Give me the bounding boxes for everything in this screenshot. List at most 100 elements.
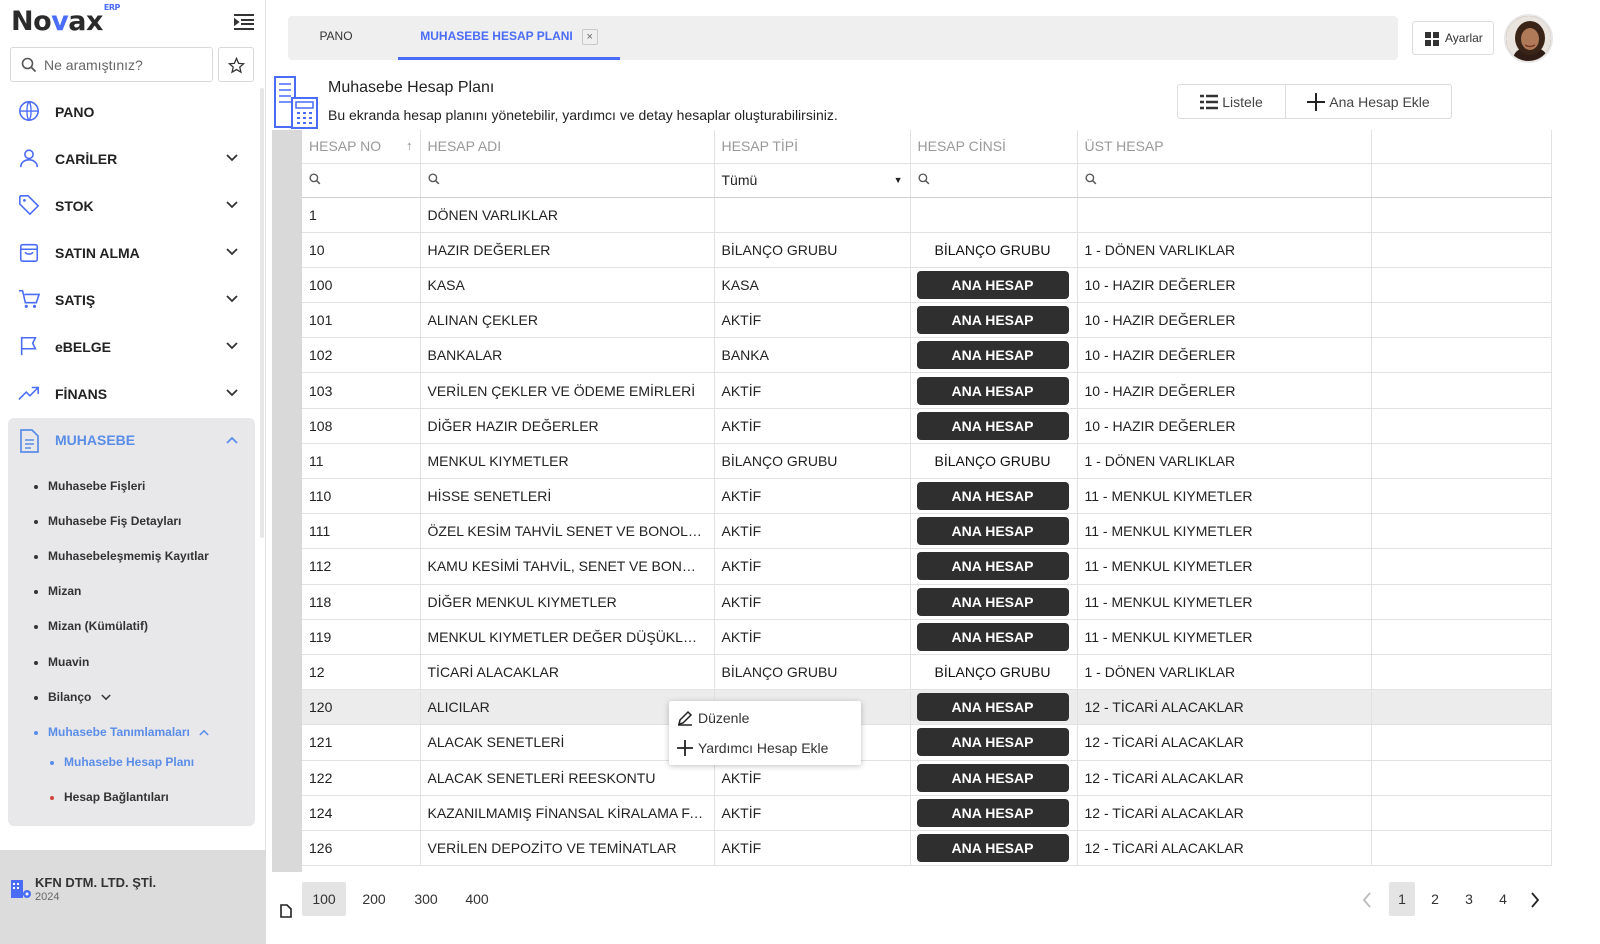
table-row[interactable]: 119MENKUL KIYMETLER DEĞER DÜŞÜKLÜĞÜ KARŞ… (302, 619, 1552, 655)
chevron-down-icon (226, 248, 238, 256)
page-description: Bu ekranda hesap planını yönetebilir, ya… (328, 107, 838, 123)
toolbar: Listele Ana Hesap Ekle (1177, 84, 1452, 119)
table-row[interactable]: 111 ÖZEL KESİM TAHVİL SENET VE BONOLARI AK… (302, 513, 1552, 550)
cell-ust-hesap: 11 - MENKUL KIYMETLER (1077, 478, 1372, 515)
table-row[interactable]: 126 VERİLEN DEPOZİTO VE TEMİNATLAR AKTİF AN… (302, 830, 1552, 867)
table-row[interactable]: 12 TİCARİ ALACAKLAR BİLANÇO GRUBU BİLANÇO G… (302, 654, 1552, 691)
table-row[interactable]: 112 KAMU KESİMİ TAHVİL, SENET VE BONOLARI… (302, 548, 1552, 585)
sub-muhasebelesmemis[interactable]: Muhasebeleşmemiş Kayıtlar (34, 549, 209, 563)
cell-ust-hesap: 12 - TİCARİ ALACAKLAR (1077, 795, 1372, 831)
page-1[interactable]: 1 (1389, 882, 1415, 916)
nav-label: SATIŞ (55, 291, 96, 308)
nav-cariler[interactable]: CARİLER (0, 135, 266, 182)
table-row[interactable]: 1 DÖNEN VARLIKLAR (302, 197, 1552, 233)
accounting-menu: MUHASEBE Muhasebe Fişleri Muhasebe Fiş D… (8, 418, 255, 826)
search-input[interactable] (44, 55, 204, 75)
add-main-account-button[interactable]: Ana Hesap Ekle (1286, 85, 1451, 118)
list-button[interactable]: Listele (1178, 85, 1286, 118)
account-kind-label: BİLANÇO GRUBU (934, 241, 1051, 258)
cell-hesap-no: 101 (302, 302, 421, 339)
sub-muhasebe-tanimlamalari[interactable]: Muhasebe Tanımlamaları (34, 725, 209, 739)
page-4[interactable]: 4 (1490, 882, 1516, 916)
novax-logo[interactable]: NovaxERP (11, 3, 120, 37)
table-row[interactable]: 118 DİĞER MENKUL KIYMETLER AKTİF ANA HESAP 1… (302, 584, 1552, 620)
page-size-200[interactable]: 200 (354, 882, 394, 916)
table-row[interactable]: 122 ALACAK SENETLERİ REESKONTU AKTİF ANA HE… (302, 760, 1552, 796)
sub-hesap-baglantilari[interactable]: Hesap Bağlantıları (50, 790, 169, 804)
company-switcher[interactable]: KFN DTM. LTD. ŞTİ. 2024 (0, 850, 266, 944)
table-row[interactable]: 11 MENKUL KIYMETLER BİLANÇO GRUBU BİLANÇO G… (302, 443, 1552, 480)
cell-ust-hesap: 11 - MENKUL KIYMETLER (1077, 513, 1372, 550)
table-row[interactable]: 108 DİĞER HAZIR DEĞERLER AKTİF ANA HESAP 10 … (302, 408, 1552, 444)
sub-hesap-plani[interactable]: Muhasebe Hesap Planı (50, 755, 194, 769)
cell-hesap-adi: VERİLEN ÇEKLER VE ÖDEME EMİRLERİ (420, 372, 715, 409)
account-kind-badge: ANA HESAP (916, 376, 1069, 405)
context-menu: Düzenle Yardımcı Hesap Ekle (669, 701, 861, 765)
close-tab-icon[interactable]: × (581, 28, 598, 45)
col-hesap-no[interactable]: HESAP NO ↑ (302, 130, 421, 164)
user-avatar[interactable] (1504, 14, 1553, 63)
sub-mizan-kumulatif[interactable]: Mizan (Kümülatif) (34, 619, 148, 633)
col-hesap-tipi[interactable]: HESAP TİPİ (714, 130, 911, 164)
account-kind-badge: ANA HESAP (916, 728, 1069, 757)
tab-pano[interactable]: PANO (288, 16, 384, 60)
nav-satin-alma[interactable]: SATIN ALMA (0, 229, 266, 276)
context-add-sub-account[interactable]: Yardımcı Hesap Ekle (669, 733, 861, 763)
col-ust-hesap[interactable]: ÜST HESAP (1077, 130, 1372, 164)
table-row[interactable]: 120 ALICILAR ANA HESAP 12 - TİCARİ ALACAKLA… (302, 689, 1552, 726)
cell-hesap-cinsi: ANA HESAP (910, 830, 1078, 867)
globe-icon (19, 101, 39, 121)
sidebar-scrollbar[interactable] (260, 88, 264, 538)
search-icon (309, 173, 321, 185)
table-row[interactable]: 121 ALACAK SENETLERİ ANA HESAP 12 - TİCARİ … (302, 724, 1552, 761)
sub-fis-detaylari[interactable]: Muhasebe Fiş Detayları (34, 514, 181, 528)
favorites-button[interactable] (218, 47, 254, 82)
sub-muhasebe-fisleri[interactable]: Muhasebe Fişleri (34, 479, 145, 493)
page-size-100[interactable]: 100 (302, 882, 346, 916)
table-row[interactable]: 102 BANKALAR BANKA ANA HESAP 10 - HAZIR DEĞE… (302, 337, 1552, 374)
table-row[interactable]: 110 HİSSE SENETLERİ AKTİF ANA HESAP 11 - MEN… (302, 478, 1552, 515)
next-page-icon[interactable] (1522, 882, 1548, 916)
filter-hesap-adi[interactable] (420, 163, 715, 198)
account-kind-badge: ANA HESAP (916, 482, 1069, 511)
account-kind-label: BİLANÇO GRUBU (934, 452, 1051, 469)
page-title: Muhasebe Hesap Planı (328, 79, 495, 96)
export-icon[interactable] (280, 904, 292, 918)
filter-hesap-cinsi[interactable] (910, 163, 1078, 198)
cell-hesap-tipi: AKTİF (714, 408, 911, 444)
page-3[interactable]: 3 (1456, 882, 1482, 916)
col-hesap-adi[interactable]: HESAP ADI (420, 130, 715, 164)
cell-hesap-cinsi: BİLANÇO GRUBU (910, 654, 1078, 691)
cell-hesap-cinsi: ANA HESAP (910, 584, 1078, 620)
page-size-400[interactable]: 400 (457, 882, 497, 916)
col-hesap-cinsi[interactable]: HESAP CİNSİ (910, 130, 1078, 164)
table-row[interactable]: 103 VERİLEN ÇEKLER VE ÖDEME EMİRLERİ AKTİF… (302, 372, 1552, 409)
cell-hesap-adi: HAZIR DEĞERLER (420, 232, 715, 268)
cell-hesap-tipi: AKTİF (714, 760, 911, 796)
sub-bilanco[interactable]: Bilanço (34, 690, 111, 704)
filter-hesap-tipi[interactable]: Tümü ▼ (714, 163, 911, 198)
settings-button[interactable]: Ayarlar (1412, 21, 1494, 55)
table-row[interactable]: 101 ALINAN ÇEKLER AKTİF ANA HESAP 10 - HAZIR… (302, 302, 1552, 339)
page-2[interactable]: 2 (1422, 882, 1448, 916)
menu-collapse-icon[interactable] (234, 14, 254, 30)
tab-hesap-plani[interactable]: MUHASEBE HESAP PLANI × (398, 16, 620, 60)
cell-ust-hesap: 12 - TİCARİ ALACAKLAR (1077, 724, 1372, 761)
nav-satis[interactable]: SATIŞ (0, 276, 266, 323)
nav-pano[interactable]: PANO (0, 88, 266, 135)
nav-stok[interactable]: STOK (0, 182, 266, 229)
context-edit[interactable]: Düzenle (669, 703, 861, 733)
table-row[interactable]: 100 KASA KASA ANA HESAP 10 - HAZIR DEĞERLER (302, 267, 1552, 304)
prev-page-icon[interactable] (1354, 882, 1380, 916)
nav-finans[interactable]: FİNANS (0, 370, 266, 417)
filter-ust-hesap[interactable] (1077, 163, 1372, 198)
page-size-300[interactable]: 300 (406, 882, 446, 916)
account-kind-badge: ANA HESAP (916, 270, 1069, 299)
sub-muavin[interactable]: Muavin (34, 655, 89, 669)
filter-hesap-no[interactable] (302, 163, 421, 198)
table-row[interactable]: 10 HAZIR DEĞERLER BİLANÇO GRUBU BİLANÇO GRU… (302, 232, 1552, 268)
sub-mizan[interactable]: Mizan (34, 584, 81, 598)
nav-ebelge[interactable]: eBELGE (0, 323, 266, 370)
nav-muhasebe[interactable]: MUHASEBE (55, 432, 135, 448)
table-row[interactable]: 124KAZANILMAMIŞ FİNANSAL KİRALAMA FAİZ G… (302, 795, 1552, 831)
